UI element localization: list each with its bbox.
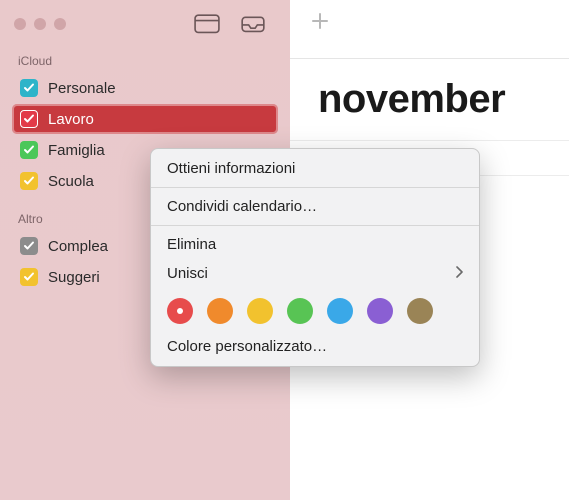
inbox-icon[interactable] bbox=[240, 14, 266, 34]
month-title: november bbox=[290, 59, 569, 122]
color-swatch-purple[interactable] bbox=[367, 298, 393, 324]
titlebar bbox=[0, 0, 290, 48]
chevron-right-icon bbox=[455, 265, 463, 282]
color-swatch-brown[interactable] bbox=[407, 298, 433, 324]
checkbox-icon[interactable] bbox=[20, 79, 38, 97]
minimize-window-button[interactable] bbox=[34, 18, 46, 30]
menu-item-share-calendar[interactable]: Condividi calendario… bbox=[151, 192, 479, 221]
menu-item-get-info[interactable]: Ottieni informazioni bbox=[151, 154, 479, 183]
menu-item-merge[interactable]: Unisci bbox=[151, 259, 479, 288]
checkbox-icon[interactable] bbox=[20, 141, 38, 159]
menu-item-label: Colore personalizzato… bbox=[167, 338, 327, 355]
main-toolbar bbox=[290, 0, 569, 48]
color-picker-row bbox=[151, 288, 479, 332]
checkbox-icon[interactable] bbox=[20, 237, 38, 255]
checkbox-icon[interactable] bbox=[20, 110, 38, 128]
color-swatch-blue[interactable] bbox=[327, 298, 353, 324]
menu-item-delete[interactable]: Elimina bbox=[151, 230, 479, 259]
calendar-label: Complea bbox=[48, 238, 108, 255]
menu-separator bbox=[151, 187, 479, 188]
checkbox-icon[interactable] bbox=[20, 268, 38, 286]
calendar-label: Famiglia bbox=[48, 142, 105, 159]
calendar-label: Lavoro bbox=[48, 111, 94, 128]
menu-item-label: Elimina bbox=[167, 236, 216, 253]
calendar-label: Suggeri bbox=[48, 269, 100, 286]
zoom-window-button[interactable] bbox=[54, 18, 66, 30]
menu-item-custom-color[interactable]: Colore personalizzato… bbox=[151, 332, 479, 361]
calendar-icon[interactable] bbox=[194, 14, 220, 34]
calendar-label: Personale bbox=[48, 80, 116, 97]
app-window: iCloud Personale Lavoro Famiglia bbox=[0, 0, 569, 500]
menu-separator bbox=[151, 225, 479, 226]
menu-item-label: Unisci bbox=[167, 265, 208, 282]
sidebar-toolbar bbox=[194, 14, 276, 34]
divider bbox=[290, 140, 569, 141]
calendar-item-personale[interactable]: Personale bbox=[12, 73, 278, 103]
color-swatch-yellow[interactable] bbox=[247, 298, 273, 324]
menu-item-label: Condividi calendario… bbox=[167, 198, 317, 215]
color-swatch-orange[interactable] bbox=[207, 298, 233, 324]
add-event-button[interactable] bbox=[310, 10, 330, 38]
color-swatch-green[interactable] bbox=[287, 298, 313, 324]
close-window-button[interactable] bbox=[14, 18, 26, 30]
calendar-item-lavoro[interactable]: Lavoro bbox=[12, 104, 278, 134]
section-label: iCloud bbox=[0, 48, 290, 72]
checkbox-icon[interactable] bbox=[20, 172, 38, 190]
menu-item-label: Ottieni informazioni bbox=[167, 160, 295, 177]
traffic-lights bbox=[14, 18, 66, 30]
calendar-label: Scuola bbox=[48, 173, 94, 190]
context-menu: Ottieni informazioni Condividi calendari… bbox=[150, 148, 480, 367]
color-swatch-red[interactable] bbox=[167, 298, 193, 324]
